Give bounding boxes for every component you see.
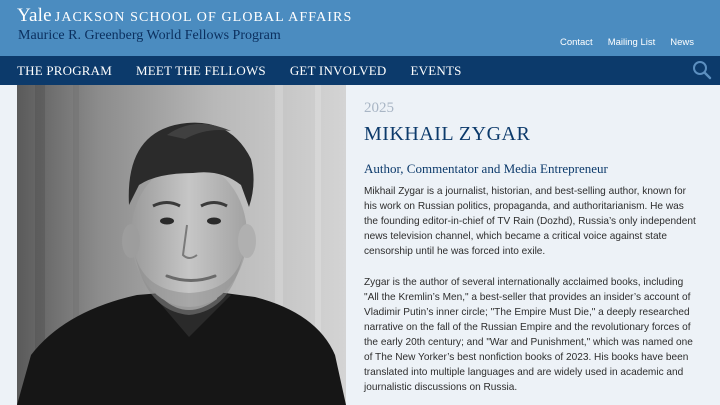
nav-the-program[interactable]: THE PROGRAM: [17, 63, 112, 79]
fellow-role: Author, Commentator and Media Entreprene…: [364, 161, 608, 176]
bio-paragraph-2: Zygar is the author of several internati…: [364, 277, 693, 393]
yale-wordmark: Yale: [17, 5, 52, 26]
fellow-name: MIKHAIL ZYGAR: [364, 123, 531, 145]
mailing-list-link[interactable]: Mailing List: [608, 37, 656, 48]
main-nav-items: THE PROGRAM MEET THE FELLOWS GET INVOLVE…: [17, 56, 462, 85]
nav-meet-the-fellows[interactable]: MEET THE FELLOWS: [136, 63, 266, 79]
school-name: JACKSON SCHOOL OF GLOBAL AFFAIRS: [54, 10, 353, 25]
profile-section: 2025 MIKHAIL ZYGAR Author, Commentator a…: [0, 85, 720, 405]
fellow-portrait: [17, 85, 346, 405]
nav-get-involved[interactable]: GET INVOLVED: [290, 63, 387, 79]
search-icon: [693, 61, 712, 80]
school-logo[interactable]: Yale JACKSON SCHOOL OF GLOBAL AFFAIRS: [17, 5, 352, 27]
search-button[interactable]: [692, 60, 712, 80]
portrait-image: [17, 85, 346, 405]
news-link[interactable]: News: [670, 37, 694, 48]
bio-paragraph-1: Mikhail Zygar is a journalist, historian…: [364, 186, 696, 257]
main-nav: THE PROGRAM MEET THE FELLOWS GET INVOLVE…: [0, 56, 720, 85]
utility-nav: Contact Mailing List News: [560, 37, 694, 48]
fellow-year: 2025: [364, 100, 394, 116]
contact-link[interactable]: Contact: [560, 37, 593, 48]
nav-events[interactable]: EVENTS: [411, 63, 462, 79]
program-name[interactable]: Maurice R. Greenberg World Fellows Progr…: [18, 28, 281, 44]
site-header: Yale JACKSON SCHOOL OF GLOBAL AFFAIRS Mau…: [0, 0, 720, 56]
